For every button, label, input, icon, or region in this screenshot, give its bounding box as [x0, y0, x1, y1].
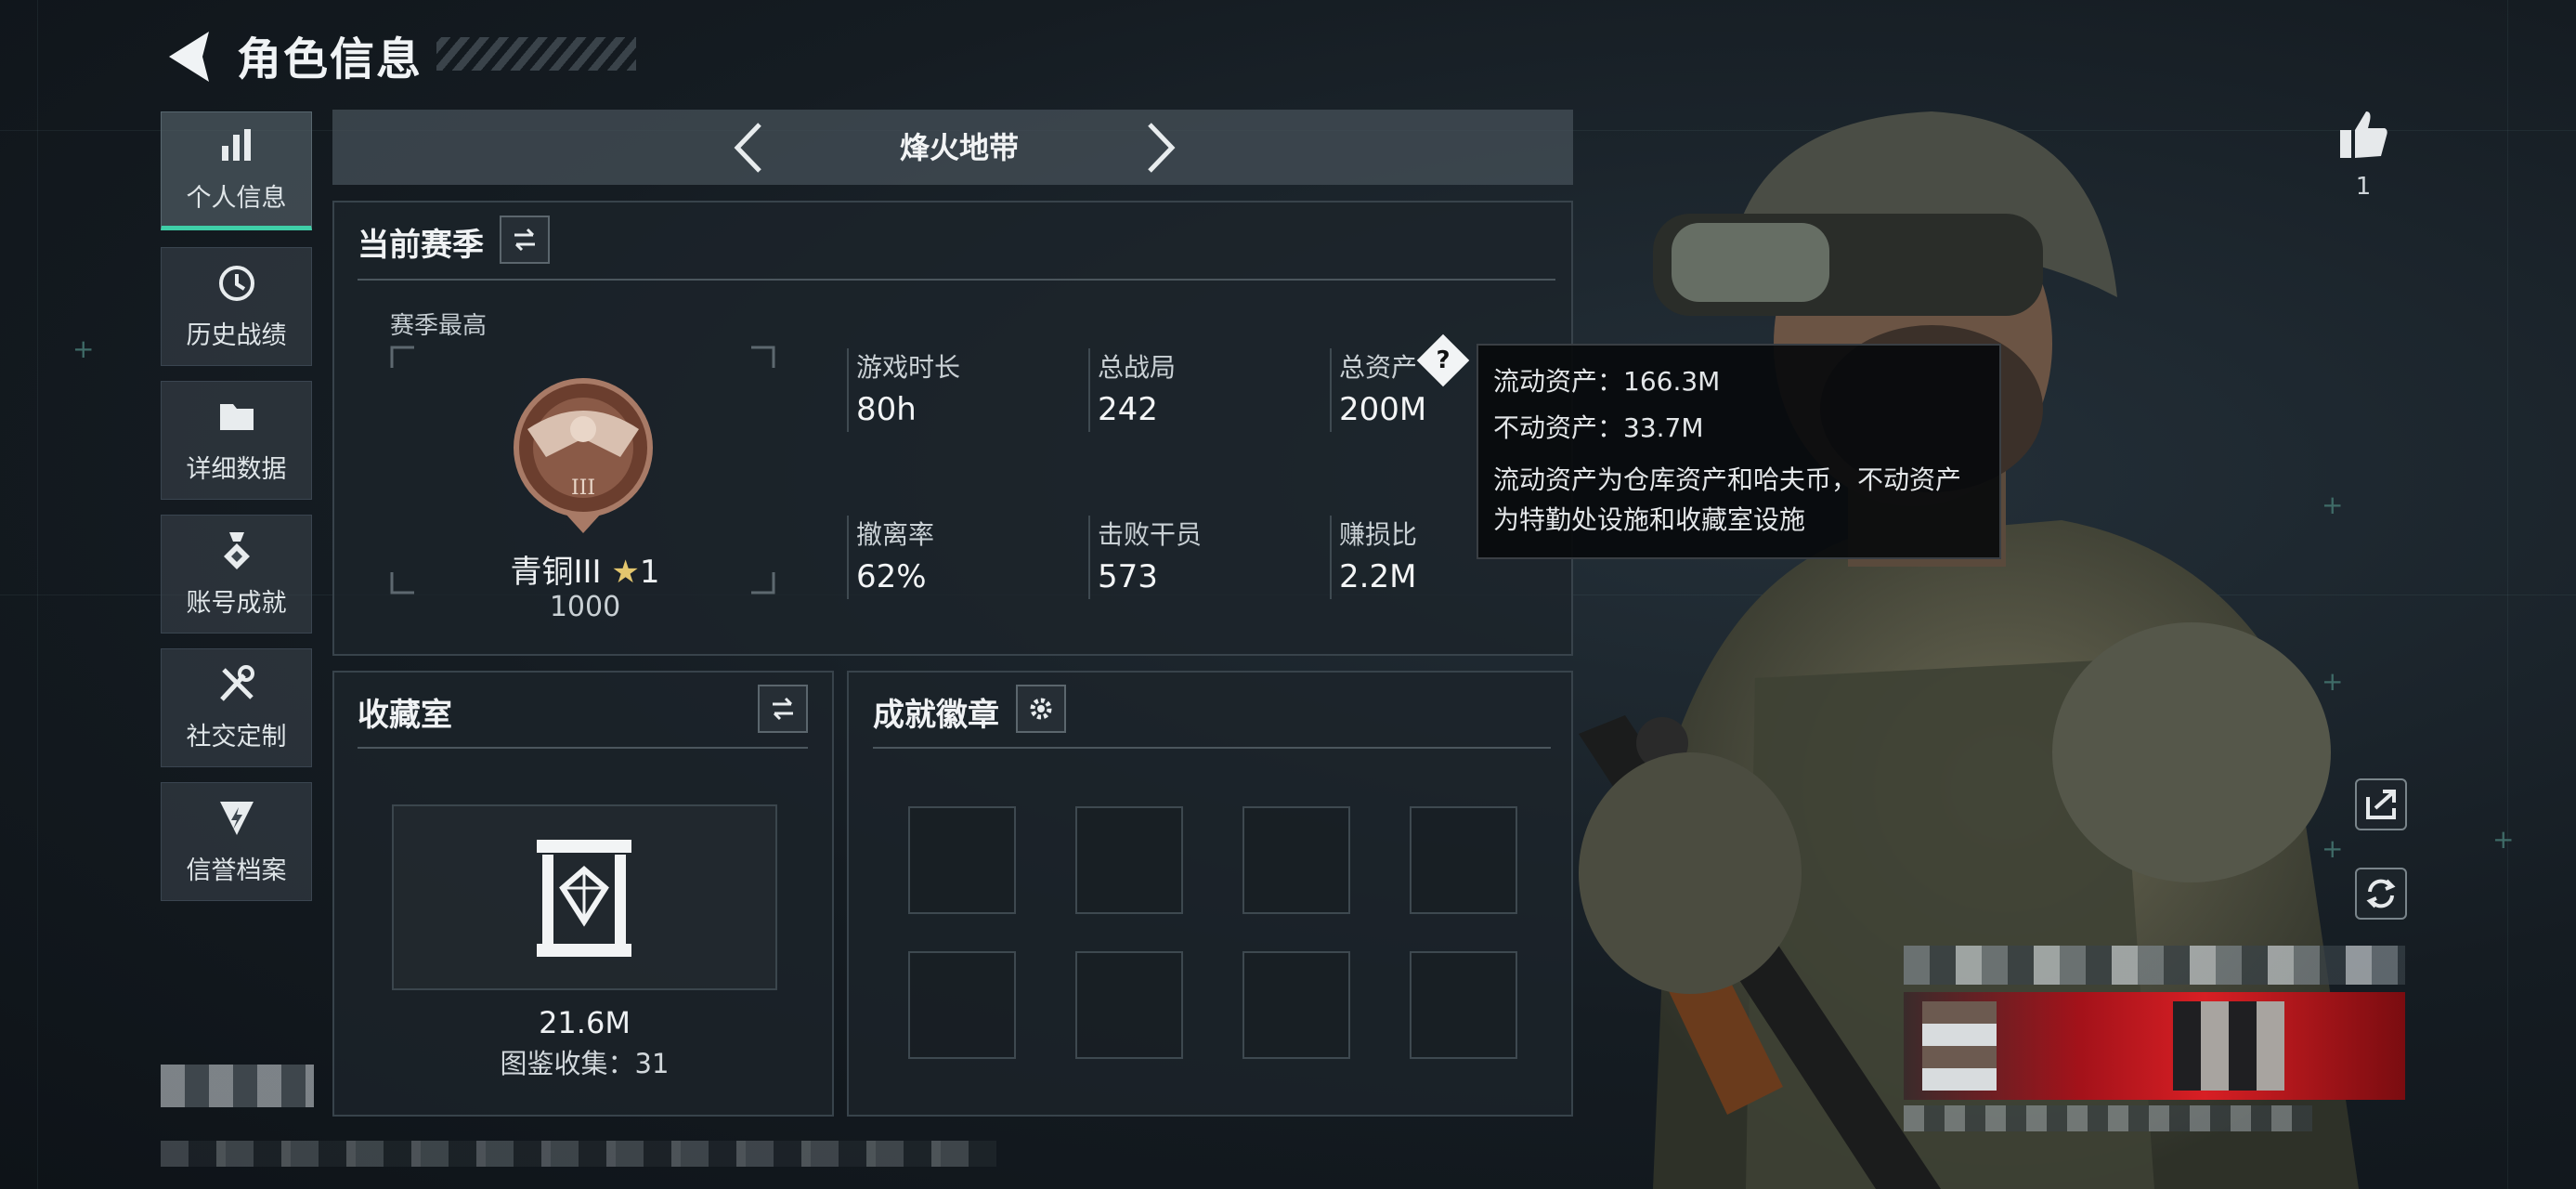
stat-value-extraction-rate: 62% [856, 558, 927, 595]
tools-icon [219, 664, 254, 701]
collection-value: 21.6M [539, 1005, 631, 1040]
bar-chart-icon [221, 128, 251, 161]
stat-value-profit-ratio: 2.2M [1339, 558, 1417, 595]
stat-label-kills: 击败干员 [1098, 519, 1203, 550]
divider [358, 279, 1555, 281]
swap-icon [773, 697, 793, 721]
sidebar-item-achievements[interactable]: 账号成就 [161, 515, 312, 634]
swap-icon [514, 228, 535, 252]
sidebar-item-label: 信誉档案 [186, 856, 287, 885]
rank-name-row: 青铜III ★1 [483, 546, 687, 592]
bronze-rank-emblem-icon: III [514, 378, 653, 533]
refresh-icon [2366, 879, 2396, 908]
collection-catalog: 图鉴收集：31 [500, 1048, 670, 1079]
sidebar-item-detailed-data[interactable]: 详细数据 [161, 381, 312, 500]
badge-slot[interactable] [1410, 806, 1517, 914]
sidebar-item-personal-info[interactable]: 个人信息 [161, 111, 312, 230]
stat-value-playtime: 80h [856, 391, 917, 428]
sidebar-item-social[interactable]: 社交定制 [161, 648, 312, 767]
collection-switch-button[interactable] [758, 685, 808, 733]
display-case-icon [537, 840, 631, 957]
divider [1330, 516, 1332, 599]
season-switch-button[interactable] [500, 216, 550, 264]
tooltip-line: 流动资产为仓库资产和哈夫币，不动资产 [1493, 464, 1962, 495]
chevron-left-icon[interactable] [722, 115, 778, 180]
svg-text:III: III [571, 477, 595, 500]
grid-plus-decor: + [2492, 824, 2515, 855]
rank-name: 青铜III [510, 554, 602, 591]
like-count: 1 [2355, 173, 2372, 201]
badge-slot[interactable] [1075, 951, 1183, 1059]
sidebar-item-reputation[interactable]: 信誉档案 [161, 782, 312, 901]
sidebar-item-history[interactable]: 历史战绩 [161, 247, 312, 366]
title-decor-stripe [436, 37, 636, 71]
share-icon [2366, 790, 2396, 819]
back-arrow-icon[interactable] [158, 24, 223, 89]
divider [847, 348, 849, 432]
divider [1088, 516, 1090, 599]
rank-stars: 1 [639, 554, 660, 591]
badge-slot[interactable] [1242, 806, 1350, 914]
badge-slot[interactable] [908, 951, 1016, 1059]
sidebar-item-label: 详细数据 [186, 454, 287, 484]
gear-icon [1030, 698, 1052, 720]
assets-tooltip: 流动资产：166.3M 不动资产：33.7M 流动资产为仓库资产和哈夫币，不动资… [1477, 344, 2001, 559]
mode-tab-title: 烽火地带 [899, 130, 1019, 165]
share-button[interactable] [2355, 778, 2407, 830]
pixelated-footer-text [161, 1141, 996, 1167]
divider [1330, 348, 1332, 432]
collection-panel-title: 收藏室 [358, 697, 452, 734]
grid-plus-decor: + [72, 333, 95, 364]
divider [873, 747, 1551, 749]
sidebar-item-label: 个人信息 [186, 183, 287, 213]
folder-icon [219, 403, 254, 430]
tooltip-line: 不动资产：33.7M [1493, 412, 1704, 443]
sidebar-item-label: 历史战绩 [186, 320, 287, 350]
tooltip-line: 为特勤处设施和收藏室设施 [1493, 504, 1806, 535]
season-best-label: 赛季最高 [390, 312, 488, 340]
shield-icon [219, 801, 254, 835]
rank-points: 1000 [549, 591, 621, 623]
stat-label-playtime: 游戏时长 [856, 352, 961, 383]
stat-label-extraction-rate: 撤离率 [856, 519, 935, 550]
clock-icon [218, 265, 254, 301]
chevron-right-icon[interactable] [1131, 115, 1187, 180]
sidebar-item-label: 账号成就 [186, 588, 287, 618]
medal-icon [223, 531, 250, 569]
badge-slot[interactable] [1075, 806, 1183, 914]
stat-label-profit-ratio: 赚损比 [1339, 519, 1418, 550]
stat-value-total-matches: 242 [1098, 391, 1158, 428]
stat-label-total-matches: 总战局 [1098, 352, 1177, 383]
stat-label-total-assets: 总资产 [1339, 352, 1418, 383]
divider [358, 747, 808, 749]
stat-value-total-assets: 200M [1339, 391, 1427, 428]
refresh-button[interactable] [2355, 868, 2407, 920]
pixelated-banner[interactable] [1904, 946, 2405, 1131]
page-title: 角色信息 [237, 33, 423, 85]
badge-slot[interactable] [908, 806, 1016, 914]
divider [1088, 348, 1090, 432]
stat-value-kills: 573 [1098, 558, 1158, 595]
star-icon: ★ [611, 554, 640, 591]
tooltip-line: 流动资产：166.3M [1493, 366, 1721, 397]
badge-slot[interactable] [1410, 951, 1517, 1059]
achievements-settings-button[interactable] [1016, 685, 1066, 733]
divider [847, 516, 849, 599]
badge-slot[interactable] [1242, 951, 1350, 1059]
pixelated-player-id [161, 1065, 314, 1107]
thumbs-up-icon[interactable] [2336, 108, 2390, 162]
season-panel-title: 当前赛季 [358, 227, 484, 264]
achievements-panel-title: 成就徽章 [873, 697, 999, 734]
sidebar-item-label: 社交定制 [186, 722, 287, 751]
